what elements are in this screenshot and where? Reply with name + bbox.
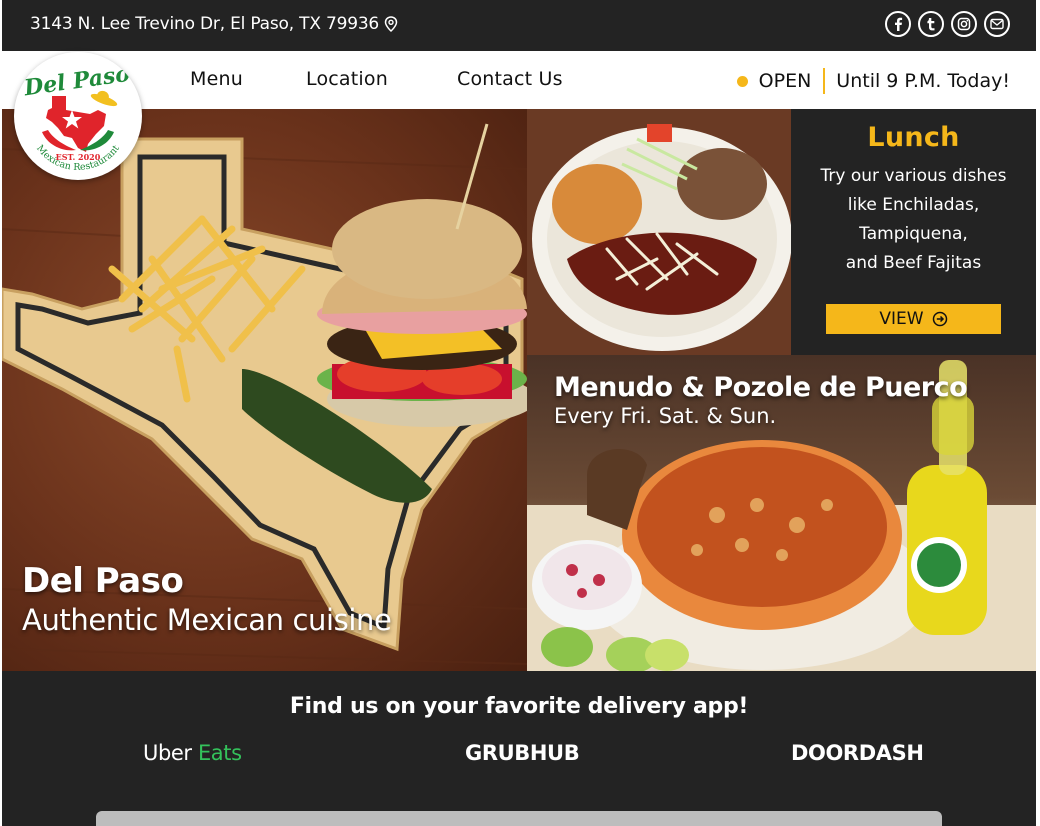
email-icon[interactable]	[984, 11, 1010, 37]
delivery-heading: Find us on your favorite delivery app!	[289, 694, 749, 719]
hero-title: Del Paso	[22, 561, 184, 601]
address[interactable]: 3143 N. Lee Trevino Dr, El Paso, TX 7993…	[30, 14, 398, 34]
special-title: Menudo & Pozole de Puerco	[554, 372, 968, 403]
lunch-description: Try our various dishes like Enchiladas, …	[791, 162, 1036, 278]
lunch-promo: Lunch Try our various dishes like Enchil…	[791, 109, 1036, 355]
lunch-line: and Beef Fajitas	[845, 253, 982, 273]
enchiladas-image	[527, 109, 791, 355]
logo-graphic: Del Paso EST. 2020 Mexican Restaurant	[22, 61, 132, 173]
nav-location-link[interactable]: Location	[306, 68, 388, 90]
instagram-icon[interactable]	[951, 11, 977, 37]
delivery-section: Find us on your favorite delivery app! U…	[2, 671, 1036, 826]
map-embed-box	[96, 811, 942, 826]
address-text: 3143 N. Lee Trevino Dr, El Paso, TX 7993…	[30, 14, 380, 34]
hero-title-block: Del Paso Authentic Mexican cuisine	[22, 561, 392, 637]
hero-burger-image: Del Paso Authentic Mexican cuisine	[2, 109, 527, 671]
svg-text:Del Paso: Del Paso	[22, 61, 132, 102]
open-status: OPEN Until 9 P.M. Today!	[736, 68, 1010, 94]
lunch-line: Tampiquena,	[859, 224, 968, 244]
del-paso-logo[interactable]: Del Paso EST. 2020 Mexican Restaurant	[14, 52, 142, 180]
lunch-line: like Enchiladas,	[847, 195, 980, 215]
hours-label: Until 9 P.M. Today!	[836, 70, 1010, 92]
uber-eats-link[interactable]: Uber Eats	[143, 741, 242, 765]
grubhub-link[interactable]: GRUBHUB	[465, 741, 580, 765]
main-nav: Menu Location Contact Us OPEN Until 9 P.…	[2, 51, 1036, 109]
top-bar: 3143 N. Lee Trevino Dr, El Paso, TX 7993…	[2, 0, 1036, 51]
special-subtitle: Every Fri. Sat. & Sun.	[554, 404, 777, 428]
social-links	[885, 11, 1010, 37]
arrow-circle-right-icon	[932, 311, 947, 327]
tumblr-icon[interactable]	[918, 11, 944, 37]
lunch-title: Lunch	[867, 122, 960, 153]
nav-contact-link[interactable]: Contact Us	[457, 68, 563, 90]
menudo-pozole-image: Menudo & Pozole de Puerco Every Fri. Sat…	[527, 355, 1036, 671]
nav-menu-link[interactable]: Menu	[190, 68, 243, 90]
lunch-line: Try our various dishes	[820, 166, 1007, 186]
enchilada-plate-illustration	[532, 124, 791, 351]
status-divider	[823, 68, 826, 94]
uber-label: Uber	[143, 741, 192, 765]
open-status-label: OPEN	[758, 70, 812, 92]
special-title-block: Menudo & Pozole de Puerco Every Fri. Sat…	[554, 372, 968, 428]
location-pin-icon	[384, 16, 398, 32]
view-button-label: VIEW	[879, 309, 924, 329]
eats-label: Eats	[197, 741, 242, 765]
view-lunch-button[interactable]: VIEW	[826, 304, 1001, 334]
hero-subtitle: Authentic Mexican cuisine	[22, 603, 392, 637]
facebook-icon[interactable]	[885, 11, 911, 37]
doordash-link[interactable]: DOORDASH	[791, 741, 924, 765]
open-indicator-dot	[736, 75, 748, 87]
